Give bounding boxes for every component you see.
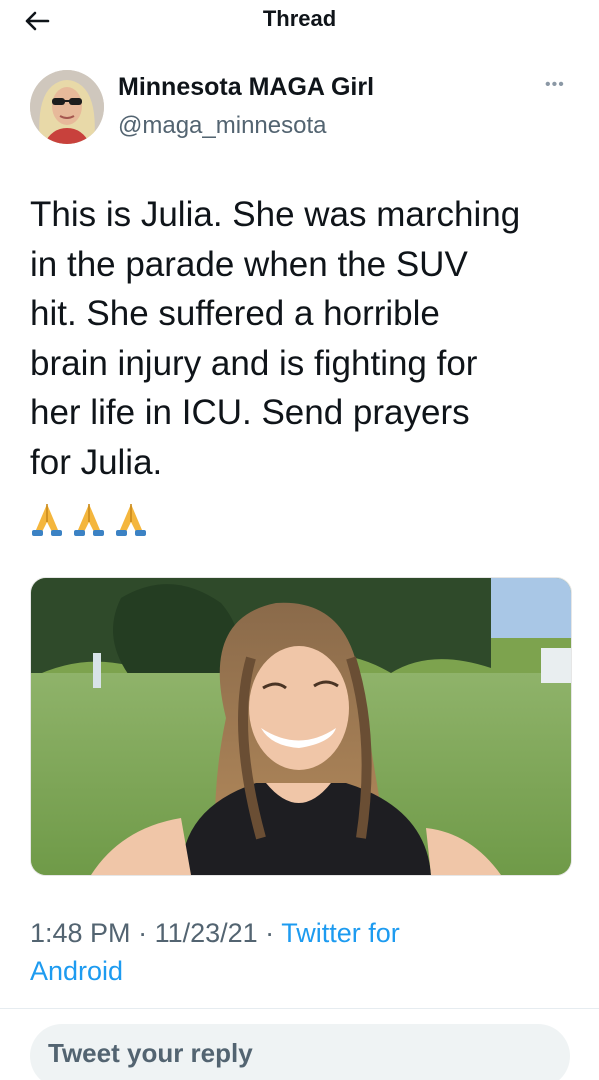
divider bbox=[0, 1008, 599, 1009]
display-name[interactable]: Minnesota MAGA Girl bbox=[118, 73, 374, 102]
page-title: Thread bbox=[262, 6, 337, 31]
reply-placeholder: Tweet your reply bbox=[48, 1038, 253, 1068]
tweet-source-link[interactable]: Twitter for bbox=[281, 918, 400, 948]
tweet-text: This is Julia. She was marching in the p… bbox=[30, 195, 521, 482]
folded-hands-icon bbox=[116, 504, 146, 536]
reply-input[interactable]: Tweet your reply bbox=[30, 1024, 570, 1080]
folded-hands-icon bbox=[32, 504, 62, 536]
tweet-photo[interactable] bbox=[30, 577, 572, 876]
prayer-emoji-row bbox=[30, 500, 148, 538]
thread-header: Thread bbox=[0, 0, 599, 42]
folded-hands-icon bbox=[74, 504, 104, 536]
avatar[interactable] bbox=[30, 70, 104, 144]
tweet-meta: 1:48 PM · 11/23/21 · Twitter for Android bbox=[30, 914, 570, 990]
tweet-time[interactable]: 1:48 PM bbox=[30, 918, 131, 948]
more-options-icon[interactable]: ••• bbox=[545, 76, 565, 94]
meta-separator: · bbox=[130, 918, 155, 948]
tweet-date[interactable]: 11/23/21 bbox=[155, 918, 258, 948]
user-handle[interactable]: @maga_minnesota bbox=[118, 112, 326, 140]
tweet-source-link-cont[interactable]: Android bbox=[30, 956, 123, 986]
thread-page: Thread Minnesota MAGA Girl @maga_minneso… bbox=[0, 0, 599, 1080]
meta-separator: · bbox=[257, 918, 282, 948]
